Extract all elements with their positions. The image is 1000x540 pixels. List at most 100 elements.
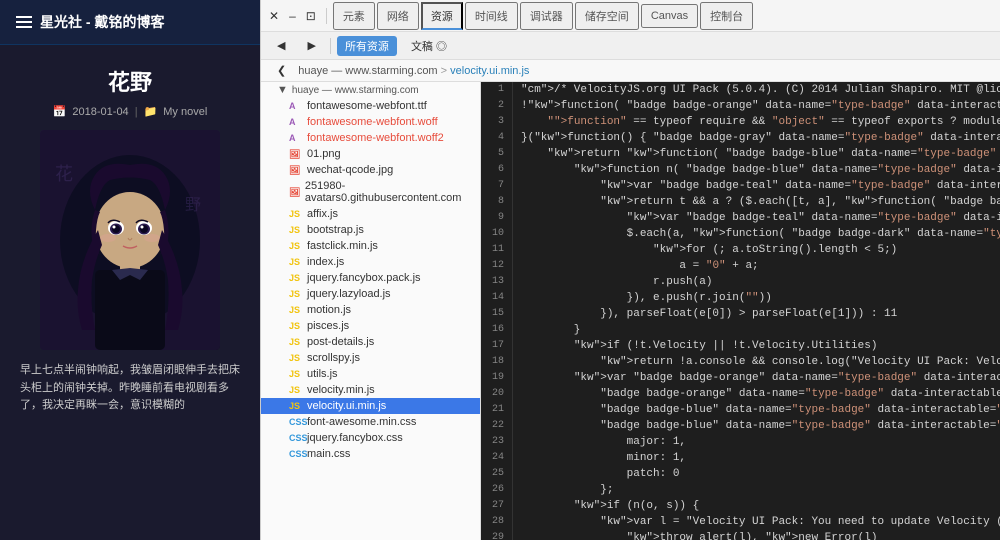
line-number: 9 <box>481 210 513 226</box>
tab-resources[interactable]: 资源 <box>421 2 463 30</box>
code-viewer[interactable]: 1"cm">/* VelocityJS.org UI Pack (5.0.4).… <box>481 82 1000 540</box>
tree-item[interactable]: JSjquery.fancybox.pack.js <box>261 270 480 286</box>
tree-item[interactable]: JSindex.js <box>261 254 480 270</box>
line-content: "badge badge-blue" data-name="type-badge… <box>521 418 1000 434</box>
file-name: jquery.lazyload.js <box>307 288 391 300</box>
tree-item[interactable]: Afontawesome-webfont.ttf <box>261 98 480 114</box>
tab-elements[interactable]: 元素 <box>333 2 375 30</box>
forward-btn[interactable]: ▶ <box>299 37 323 54</box>
line-content: "kw">if (!t.Velocity || !t.Velocity.Util… <box>521 338 1000 354</box>
code-line: 8 "kw">return t && a ? ($.each([t, a], "… <box>481 194 1000 210</box>
file-type-icon: JS <box>289 273 303 283</box>
code-line: 24 minor: 1, <box>481 450 1000 466</box>
devtools-top-tabs: ✕ – ⊡ 元素 网络 资源 时间线 调试器 储存空间 Canvas 控制台 2… <box>261 0 1000 32</box>
file-name: utils.js <box>307 368 338 380</box>
tree-item[interactable]: Afontawesome-webfont.woff <box>261 114 480 130</box>
file-name: bootstrap.js <box>307 224 364 236</box>
tree-item[interactable]: 🖼251980-avatars0.githubusercontent.com <box>261 178 480 206</box>
line-content: "kw">var "badge badge-orange" data-name=… <box>521 370 1000 386</box>
line-content: "badge badge-blue" data-name="type-badge… <box>521 402 1000 418</box>
code-line: 11 "kw">for (; a.toString().length < 5;) <box>481 242 1000 258</box>
tree-item[interactable]: JS pisces.js <box>261 318 480 334</box>
line-number: 11 <box>481 242 513 258</box>
tree-item[interactable]: JSmotion.js <box>261 302 480 318</box>
documents-tab[interactable]: 文稿 ◎ <box>403 36 455 56</box>
line-number: 24 <box>481 450 513 466</box>
line-number: 16 <box>481 322 513 338</box>
tree-item[interactable]: JSpost-details.js <box>261 334 480 350</box>
code-line: 21 "badge badge-blue" data-name="type-ba… <box>481 402 1000 418</box>
tree-item[interactable]: JSjquery.lazyload.js <box>261 286 480 302</box>
line-content: }), parseFloat(e[0]) > parseFloat(e[1]))… <box>521 306 1000 322</box>
tree-item[interactable]: JSscrollspy.js <box>261 350 480 366</box>
post-title: 花野 <box>108 65 152 97</box>
tree-item[interactable]: JSbootstrap.js <box>261 222 480 238</box>
tab-canvas[interactable]: Canvas <box>641 4 698 28</box>
devtools-dock-btn[interactable]: ⊡ <box>302 7 320 25</box>
line-number: 14 <box>481 290 513 306</box>
tree-root-folder[interactable]: ▼ huaye — www.starming.com <box>261 82 480 98</box>
line-number: 26 <box>481 482 513 498</box>
calendar-icon: 📅 <box>53 105 67 118</box>
tree-item[interactable]: CSSfont-awesome.min.css <box>261 414 480 430</box>
tree-item[interactable]: CSSmain.css <box>261 446 480 462</box>
line-number: 2 <box>481 98 513 114</box>
divider <box>330 38 331 54</box>
tree-item[interactable]: 🖼01.png <box>261 146 480 162</box>
line-content: "kw">return "kw">function( "badge badge-… <box>521 146 1000 162</box>
file-type-icon: JS <box>289 369 303 379</box>
line-content: "kw">throw alert(l), "kw">new Error(l) <box>521 530 1000 540</box>
tree-item[interactable]: 🖼wechat-qcode.jpg <box>261 162 480 178</box>
back-btn[interactable]: ◀ <box>269 37 293 54</box>
devtools-body: ▼ huaye — www.starming.com Afontawesome-… <box>261 82 1000 540</box>
file-type-icon: A <box>289 101 303 111</box>
tab-timeline[interactable]: 时间线 <box>465 2 518 30</box>
tree-item[interactable]: JS utils.js <box>261 366 480 382</box>
post-image: 花 野 <box>40 130 220 350</box>
tree-item[interactable]: JSaffix.js <box>261 206 480 222</box>
tab-network[interactable]: 网络 <box>377 2 419 30</box>
tab-debugger[interactable]: 调试器 <box>520 2 573 30</box>
code-line: 17 "kw">if (!t.Velocity || !t.Velocity.U… <box>481 338 1000 354</box>
code-line: 9 "kw">var "badge badge-teal" data-name=… <box>481 210 1000 226</box>
file-name: wechat-qcode.jpg <box>307 164 393 176</box>
devtools-close-btn[interactable]: ✕ <box>265 7 283 25</box>
file-name: scrollspy.js <box>307 352 360 364</box>
breadcrumb-root: huaye — www.starming.com <box>298 65 437 77</box>
tree-item[interactable]: CSSjquery.fancybox.css <box>261 430 480 446</box>
tree-item[interactable]: Afontawesome-webfont.woff2 <box>261 130 480 146</box>
code-line: 3 "">function" == typeof require && "obj… <box>481 114 1000 130</box>
line-content: "">function" == typeof require && "objec… <box>521 114 1000 130</box>
line-number: 22 <box>481 418 513 434</box>
separator <box>326 8 327 24</box>
line-number: 27 <box>481 498 513 514</box>
hamburger-icon[interactable] <box>16 16 32 28</box>
tab-storage[interactable]: 储存空间 <box>575 2 639 30</box>
line-content: } <box>521 322 1000 338</box>
file-name: main.css <box>307 448 350 460</box>
line-content: }; <box>521 482 1000 498</box>
code-line: 14 }), e.push(r.join("")) <box>481 290 1000 306</box>
line-content: !"kw">function( "badge badge-orange" dat… <box>521 98 1000 114</box>
devtools-min-btn[interactable]: – <box>285 7 300 25</box>
tree-item[interactable]: JSvelocity.min.js <box>261 382 480 398</box>
tree-item[interactable]: JSfastclick.min.js <box>261 238 480 254</box>
all-resources-tab[interactable]: 所有资源 <box>337 36 397 56</box>
file-type-icon: JS <box>289 257 303 267</box>
line-number: 23 <box>481 434 513 450</box>
code-line: 2 !"kw">function( "badge badge-orange" da… <box>481 98 1000 114</box>
tab-console[interactable]: 控制台 <box>700 2 753 30</box>
file-name: pisces.js <box>307 320 349 332</box>
code-line: 13 r.push(a) <box>481 274 1000 290</box>
blog-content: 花野 📅 2018-01-04 | 📁 My novel <box>0 45 260 540</box>
code-line: 16 } <box>481 322 1000 338</box>
code-line: 6 "kw">function n( "badge badge-blue" da… <box>481 162 1000 178</box>
line-content: "cm">/* VelocityJS.org UI Pack (5.0.4). … <box>521 82 1000 98</box>
file-name: font-awesome.min.css <box>307 416 416 428</box>
line-content: "kw">var "badge badge-teal" data-name="t… <box>521 210 1000 226</box>
line-content: "kw">return !a.console && console.log("V… <box>521 354 1000 370</box>
file-type-icon: JS <box>289 321 303 331</box>
blog-panel: 星光社 - 戴铭的博客 花野 📅 2018-01-04 | 📁 My novel <box>0 0 260 540</box>
nav-back-btn[interactable]: ❮ <box>269 62 294 79</box>
tree-item[interactable]: JSvelocity.ui.min.js <box>261 398 480 414</box>
